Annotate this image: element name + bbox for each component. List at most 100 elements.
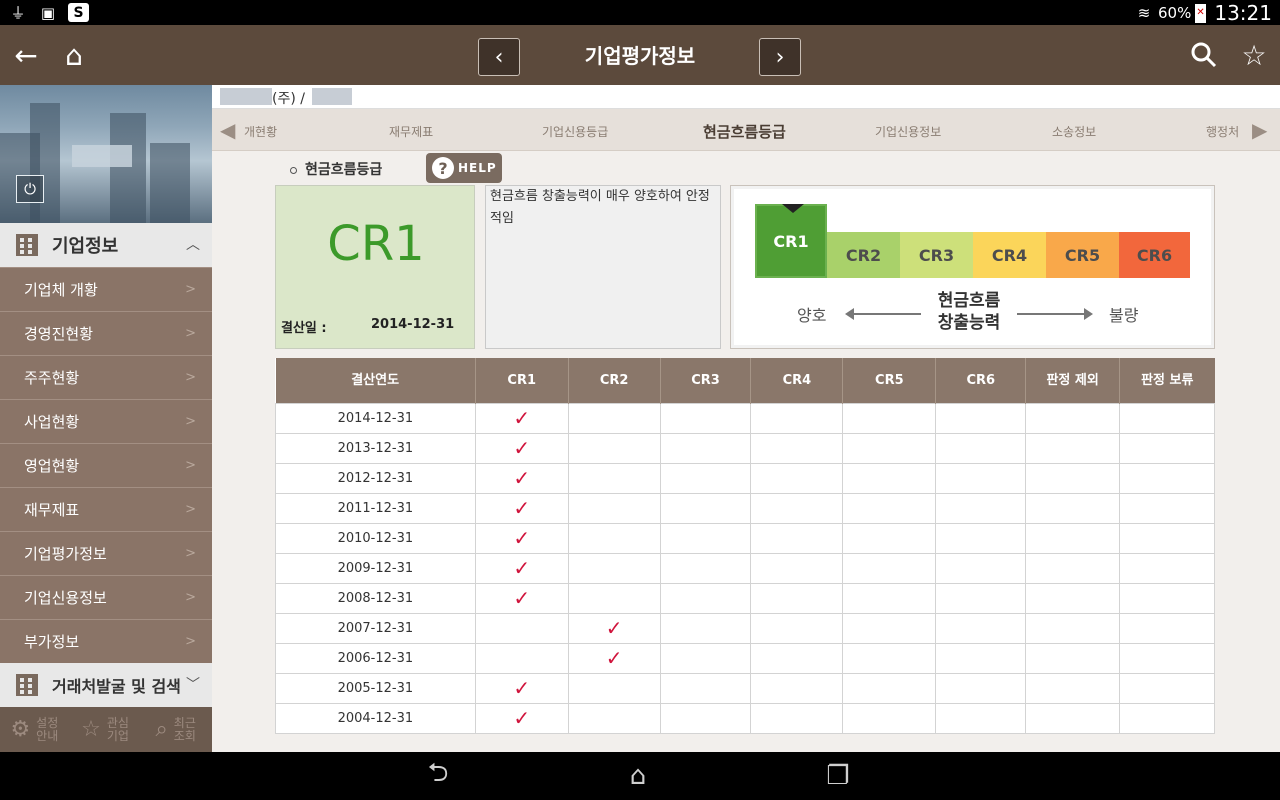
table-cell <box>567 702 661 734</box>
table-cell <box>1119 642 1215 674</box>
year-cell: 2009-12-31 <box>275 552 476 584</box>
chevron-up-icon: ︿ <box>186 237 200 253</box>
tab-scroll-right-icon[interactable]: ▶ <box>1252 118 1267 142</box>
back-arrow-icon[interactable]: ← <box>8 37 44 73</box>
sidebar-item-credit[interactable]: 기업신용정보 > <box>0 575 212 618</box>
home-icon[interactable]: ⌂ <box>616 760 660 792</box>
sidebar-item-business[interactable]: 사업현황 > <box>0 399 212 442</box>
table-row: 2005-12-31 ✓ <box>275 672 1215 704</box>
table-cell <box>935 522 1027 554</box>
sidebar-item-extra[interactable]: 부가정보 > <box>0 619 212 662</box>
power-icon[interactable]: ⏻ <box>16 175 44 203</box>
table-cell <box>659 552 752 584</box>
help-button[interactable]: ? HELP <box>426 153 502 183</box>
search-icon[interactable] <box>1186 37 1222 73</box>
col-header: 결산연도 <box>275 358 476 403</box>
home-icon[interactable]: ⌂ <box>56 37 92 73</box>
table-cell <box>1025 432 1121 464</box>
table-cell <box>750 462 844 494</box>
table-cell <box>935 672 1027 704</box>
company-bar: (주) / <box>212 85 1280 109</box>
chevron-down-icon: ﹀ <box>186 677 200 693</box>
back-icon[interactable]: ⮌ <box>416 758 460 792</box>
sidebar-item-shareholders[interactable]: 주주현황 > <box>0 355 212 398</box>
tab-credit-info[interactable]: 기업신용정보 <box>875 123 941 140</box>
next-page-button[interactable]: › <box>759 38 801 76</box>
table-cell <box>750 702 844 734</box>
table-cell <box>659 612 752 644</box>
usb-icon: ⏚ <box>10 4 26 22</box>
check-icon: ✓ <box>474 552 569 584</box>
chevron-right-icon: > <box>185 413 196 429</box>
table-cell <box>842 492 937 524</box>
grade-summary: CR1 결산일 : 2014-12-31 <box>275 185 475 349</box>
sidebar-item-management[interactable]: 경영진현황 > <box>0 311 212 354</box>
settlement-date-label: 결산일 : <box>281 321 327 336</box>
year-cell: 2013-12-31 <box>275 432 476 464</box>
sidebar-item-label: 기업평가정보 <box>24 544 107 563</box>
check-icon: ✓ <box>474 672 569 704</box>
s-app-icon: S <box>68 3 89 22</box>
table-cell <box>935 582 1027 614</box>
tab-financials[interactable]: 재무제표 <box>389 123 433 140</box>
table-cell <box>474 642 569 674</box>
scale-center-label: 현금흐름 창출능력 <box>937 291 1001 333</box>
table-cell <box>842 582 937 614</box>
table-cell <box>842 672 937 704</box>
app-bar: ← ⌂ ‹ 기업평가정보 › ☆ <box>0 25 1280 85</box>
check-icon: ✓ <box>474 582 569 614</box>
bottom-toolbar: ⚙ 설정 안내 ☆ 관심 기업 ⌕ 최근 조회 <box>0 707 212 752</box>
building-search-icon <box>16 674 38 696</box>
table-cell <box>1025 672 1121 704</box>
year-cell: 2011-12-31 <box>275 492 476 524</box>
table-row: 2004-12-31 ✓ <box>275 702 1215 734</box>
table-cell <box>935 612 1027 644</box>
table-cell <box>842 522 937 554</box>
table-cell <box>935 702 1027 734</box>
col-header: CR1 <box>475 358 569 403</box>
table-cell <box>842 402 937 434</box>
year-cell: 2014-12-31 <box>275 402 476 434</box>
chevron-right-icon: > <box>185 633 196 649</box>
sidebar-item-label: 영업현황 <box>24 456 80 475</box>
table-row: 2010-12-31 ✓ <box>275 522 1215 554</box>
arrow-right-icon <box>1017 308 1093 320</box>
tab-overview[interactable]: 개현황 <box>244 123 277 140</box>
tab-admin[interactable]: 행정처 <box>1206 123 1239 140</box>
settings-button[interactable]: ⚙ 설정 안내 <box>0 707 71 752</box>
favorites-button[interactable]: ☆ 관심 기업 <box>71 707 142 752</box>
tab-cashflow-rating[interactable]: 현금흐름등급 <box>703 121 786 142</box>
star-icon[interactable]: ☆ <box>1236 37 1272 73</box>
table-row: 2014-12-31 ✓ <box>275 402 1215 434</box>
section-title: 현금흐름등급 <box>290 159 382 179</box>
col-header: 판정 제외 <box>1025 358 1121 403</box>
check-icon: ✓ <box>474 702 569 734</box>
image-icon: ▣ <box>40 3 56 22</box>
recent-apps-icon[interactable]: ❐ <box>816 760 860 792</box>
sidebar-item-label: 재무제표 <box>24 500 80 519</box>
recent-button[interactable]: ⌕ 최근 조회 <box>141 707 212 752</box>
section-company-info[interactable]: 기업정보 ︿ <box>0 223 212 267</box>
tab-scroll-left-icon[interactable]: ◀ <box>220 118 235 142</box>
year-cell: 2010-12-31 <box>275 522 476 554</box>
section-partner-search[interactable]: 거래처발굴 및 검색 ﹀ <box>0 663 212 707</box>
section-label: 거래처발굴 및 검색 <box>52 677 181 696</box>
table-cell <box>750 582 844 614</box>
table-cell <box>1025 582 1121 614</box>
prev-page-button[interactable]: ‹ <box>478 38 520 76</box>
table-row: 2011-12-31 ✓ <box>275 492 1215 524</box>
tab-credit-rating[interactable]: 기업신용등급 <box>542 123 608 140</box>
sidebar-item-financials[interactable]: 재무제표 > <box>0 487 212 530</box>
table-cell <box>935 642 1027 674</box>
scale-cr5: CR5 <box>1046 232 1119 278</box>
sidebar-item-sales[interactable]: 영업현황 > <box>0 443 212 486</box>
sidebar-item-overview[interactable]: 기업체 개황 > <box>0 267 212 310</box>
gear-icon: ⚙ <box>10 717 31 742</box>
table-cell <box>567 492 661 524</box>
section-label: 기업정보 <box>52 236 119 257</box>
tab-lawsuit[interactable]: 소송정보 <box>1052 123 1096 140</box>
sidebar-item-evaluation[interactable]: 기업평가정보 > <box>0 531 212 574</box>
search-icon: ⌕ <box>155 717 168 742</box>
year-cell: 2007-12-31 <box>275 612 476 644</box>
table-cell <box>750 432 844 464</box>
